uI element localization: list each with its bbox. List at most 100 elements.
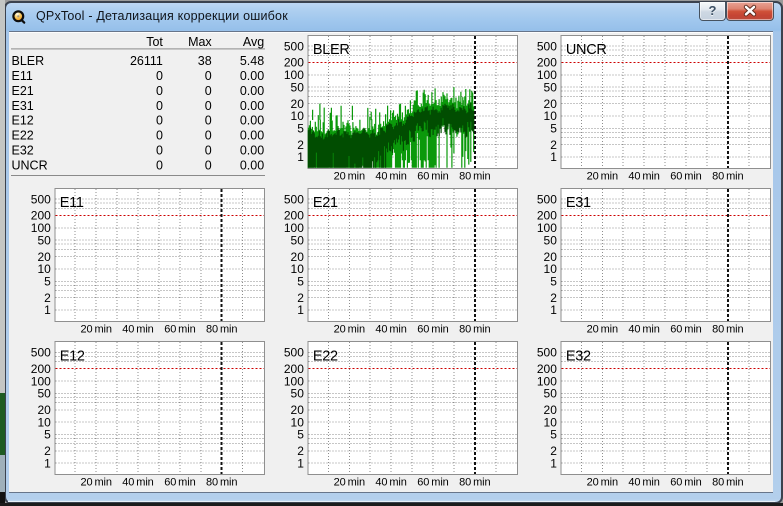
svg-text:1: 1: [44, 456, 51, 470]
svg-text:80 min: 80 min: [459, 171, 490, 183]
svg-text:20 min: 20 min: [587, 324, 618, 336]
svg-text:1: 1: [550, 150, 557, 164]
svg-text:0: 0: [205, 84, 212, 98]
svg-text:0: 0: [156, 99, 163, 113]
svg-text:40 min: 40 min: [375, 477, 406, 489]
svg-text:20 min: 20 min: [587, 171, 618, 183]
svg-text:50: 50: [291, 233, 305, 247]
svg-text:0.00: 0.00: [240, 69, 264, 83]
svg-text:80 min: 80 min: [712, 477, 743, 489]
svg-text:40 min: 40 min: [375, 324, 406, 336]
svg-text:20 min: 20 min: [334, 477, 365, 489]
svg-text:UNCR: UNCR: [566, 42, 607, 58]
svg-text:E22: E22: [313, 348, 338, 364]
svg-text:E32: E32: [566, 348, 591, 364]
svg-text:0.00: 0.00: [240, 84, 264, 98]
svg-text:0.00: 0.00: [240, 144, 264, 158]
svg-text:1: 1: [550, 456, 557, 470]
svg-text:5: 5: [550, 428, 557, 442]
svg-text:5: 5: [550, 275, 557, 289]
svg-text:20 min: 20 min: [80, 477, 111, 489]
svg-text:E11: E11: [60, 195, 84, 211]
svg-text:0: 0: [205, 114, 212, 128]
svg-text:500: 500: [537, 192, 557, 206]
svg-text:500: 500: [284, 346, 304, 360]
svg-text:50: 50: [291, 387, 305, 401]
svg-text:1: 1: [297, 303, 304, 317]
svg-text:0: 0: [156, 159, 163, 173]
svg-text:500: 500: [537, 39, 557, 53]
svg-text:80 min: 80 min: [712, 324, 743, 336]
svg-text:BLER: BLER: [313, 42, 350, 58]
svg-text:20 min: 20 min: [587, 477, 618, 489]
svg-text:40 min: 40 min: [122, 477, 153, 489]
svg-text:0: 0: [205, 99, 212, 113]
svg-text:80 min: 80 min: [712, 171, 743, 183]
svg-text:0.00: 0.00: [240, 159, 264, 173]
svg-text:E11: E11: [12, 69, 33, 83]
svg-text:50: 50: [544, 81, 558, 95]
svg-text:1: 1: [550, 303, 557, 317]
svg-text:50: 50: [544, 387, 558, 401]
svg-text:50: 50: [37, 233, 51, 247]
svg-text:50: 50: [37, 387, 51, 401]
svg-text:5.48: 5.48: [240, 54, 264, 68]
svg-text:50: 50: [291, 81, 305, 95]
svg-text:0.00: 0.00: [240, 114, 264, 128]
svg-text:60 min: 60 min: [670, 324, 701, 336]
svg-text:Max: Max: [188, 35, 212, 49]
svg-text:E31: E31: [566, 195, 591, 211]
svg-text:60 min: 60 min: [417, 477, 448, 489]
svg-text:1: 1: [297, 456, 304, 470]
svg-text:20 min: 20 min: [334, 324, 365, 336]
svg-text:20 min: 20 min: [334, 171, 365, 183]
svg-text:0.00: 0.00: [240, 129, 264, 143]
svg-text:UNCR: UNCR: [12, 159, 48, 173]
svg-text:E12: E12: [60, 348, 85, 364]
svg-text:80 min: 80 min: [459, 324, 490, 336]
svg-text:5: 5: [44, 275, 51, 289]
svg-text:0: 0: [205, 129, 212, 143]
svg-text:5: 5: [44, 428, 51, 442]
svg-text:40 min: 40 min: [628, 171, 659, 183]
svg-text:60 min: 60 min: [164, 324, 195, 336]
svg-text:60 min: 60 min: [670, 477, 701, 489]
svg-text:60 min: 60 min: [164, 477, 195, 489]
svg-text:0: 0: [156, 129, 163, 143]
svg-text:0: 0: [156, 69, 163, 83]
svg-text:26111: 26111: [130, 54, 163, 68]
svg-text:0: 0: [205, 144, 212, 158]
svg-text:500: 500: [31, 192, 51, 206]
svg-text:50: 50: [544, 233, 558, 247]
svg-text:5: 5: [297, 275, 304, 289]
svg-text:BLER: BLER: [12, 54, 45, 68]
svg-text:40 min: 40 min: [375, 171, 406, 183]
svg-text:40 min: 40 min: [628, 477, 659, 489]
svg-text:E21: E21: [12, 84, 34, 98]
svg-text:0: 0: [205, 159, 212, 173]
svg-text:Avg: Avg: [243, 35, 264, 49]
svg-text:38: 38: [198, 54, 212, 68]
svg-text:0: 0: [156, 144, 163, 158]
svg-text:E12: E12: [12, 114, 34, 128]
svg-text:0.00: 0.00: [240, 99, 264, 113]
svg-text:60 min: 60 min: [670, 171, 701, 183]
svg-text:80 min: 80 min: [459, 477, 490, 489]
svg-text:E32: E32: [12, 144, 34, 158]
svg-text:Tot: Tot: [146, 35, 163, 49]
svg-text:0: 0: [156, 114, 163, 128]
svg-text:E22: E22: [12, 129, 34, 143]
svg-text:1: 1: [44, 303, 51, 317]
svg-text:20 min: 20 min: [80, 324, 111, 336]
svg-text:5: 5: [297, 122, 304, 136]
svg-text:500: 500: [284, 192, 304, 206]
svg-text:40 min: 40 min: [628, 324, 659, 336]
svg-text:0: 0: [156, 84, 163, 98]
svg-text:500: 500: [31, 346, 51, 360]
svg-text:500: 500: [284, 39, 304, 53]
svg-text:500: 500: [537, 346, 557, 360]
svg-text:80 min: 80 min: [206, 477, 237, 489]
svg-text:60 min: 60 min: [417, 324, 448, 336]
svg-text:5: 5: [550, 122, 557, 136]
svg-text:0: 0: [205, 69, 212, 83]
